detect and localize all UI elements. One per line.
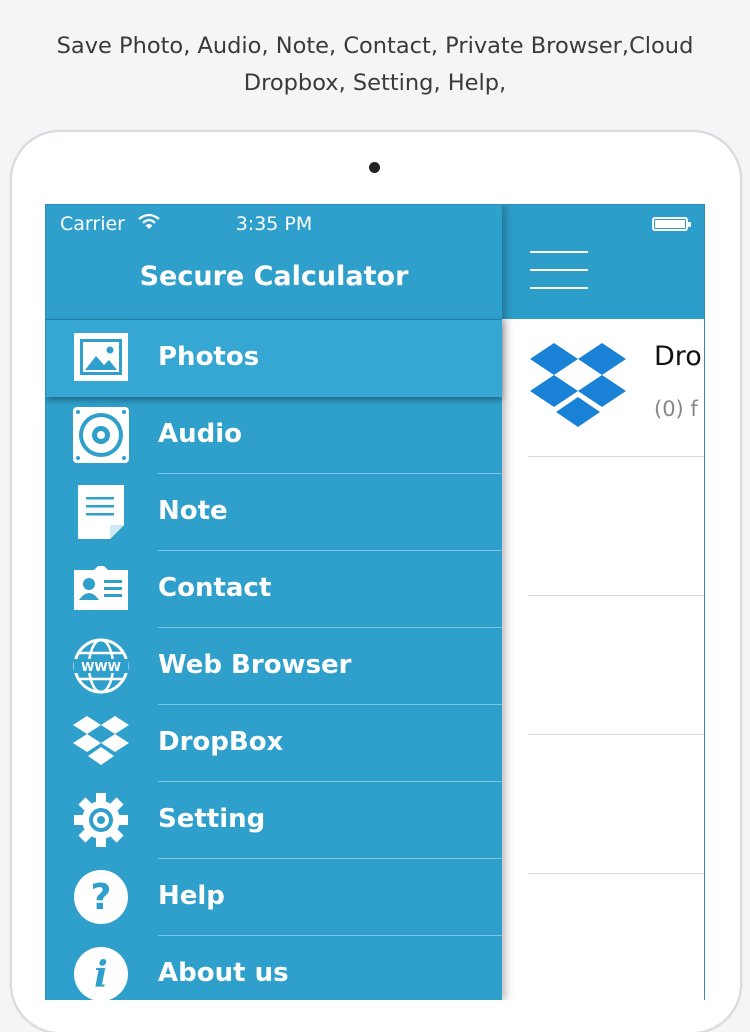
menu-item-label: DropBox	[158, 727, 284, 757]
menu-item-audio[interactable]: Audio	[46, 397, 502, 474]
dropbox-icon	[530, 343, 626, 427]
menu-item-help[interactable]: ? Help	[46, 859, 502, 936]
menu-item-web-browser[interactable]: WWW Web Browser	[46, 628, 502, 705]
status-bar: Carrier 3:35 PM	[46, 205, 502, 245]
info-icon: i	[74, 947, 128, 1000]
menu-item-photos[interactable]: Photos	[46, 320, 502, 397]
svg-text:WWW: WWW	[81, 660, 121, 674]
menu-item-label: Setting	[158, 804, 266, 834]
empty-row	[528, 457, 704, 596]
menu-item-label: Note	[158, 496, 228, 526]
caption-line-1: Save Photo, Audio, Note, Contact, Privat…	[56, 33, 694, 59]
menu-item-label: Contact	[158, 573, 272, 603]
menu-item-label: Help	[158, 881, 225, 911]
battery-icon	[652, 217, 691, 231]
speaker-icon	[73, 407, 129, 463]
app-screen: Dro (0) f Carrier 3:35 PM Secure Calcula…	[45, 204, 705, 1000]
note-icon	[78, 485, 124, 539]
menu-item-about-us[interactable]: i About us	[46, 936, 502, 1000]
contact-card-icon	[74, 566, 128, 610]
content-list: Dro (0) f	[502, 319, 704, 1000]
question-icon: ?	[74, 870, 128, 924]
menu-item-label: Web Browser	[158, 650, 352, 680]
empty-row	[528, 735, 704, 874]
dropbox-icon	[73, 716, 129, 765]
dropbox-row[interactable]: Dro (0) f	[528, 319, 704, 457]
globe-icon: WWW	[73, 638, 129, 694]
menu-item-note[interactable]: Note	[46, 474, 502, 551]
dropbox-row-count: (0) f	[654, 397, 698, 421]
menu-item-dropbox[interactable]: DropBox	[46, 705, 502, 782]
menu-item-label: Audio	[158, 419, 243, 449]
status-time: 3:35 PM	[235, 213, 313, 235]
menu-list: Photos Audio Note Contact WWW Web Browse…	[46, 320, 502, 1000]
menu-item-label: About us	[158, 958, 289, 988]
menu-item-label: Photos	[158, 342, 260, 372]
photos-icon	[74, 333, 128, 381]
camera-dot	[369, 162, 380, 173]
caption-line-2: Dropbox, Setting, Help,	[243, 70, 507, 96]
side-menu-drawer: Carrier 3:35 PM Secure Calculator Photos…	[46, 205, 502, 1000]
gear-icon	[74, 793, 128, 847]
empty-row	[528, 596, 704, 735]
dropbox-row-title: Dro	[654, 341, 702, 372]
caption: Save Photo, Audio, Note, Contact, Privat…	[0, 28, 750, 102]
menu-item-setting[interactable]: Setting	[46, 782, 502, 859]
svg-text:i: i	[94, 954, 108, 996]
app-title: Secure Calculator	[139, 261, 409, 292]
svg-text:?: ?	[91, 877, 112, 918]
menu-item-contact[interactable]: Contact	[46, 551, 502, 628]
